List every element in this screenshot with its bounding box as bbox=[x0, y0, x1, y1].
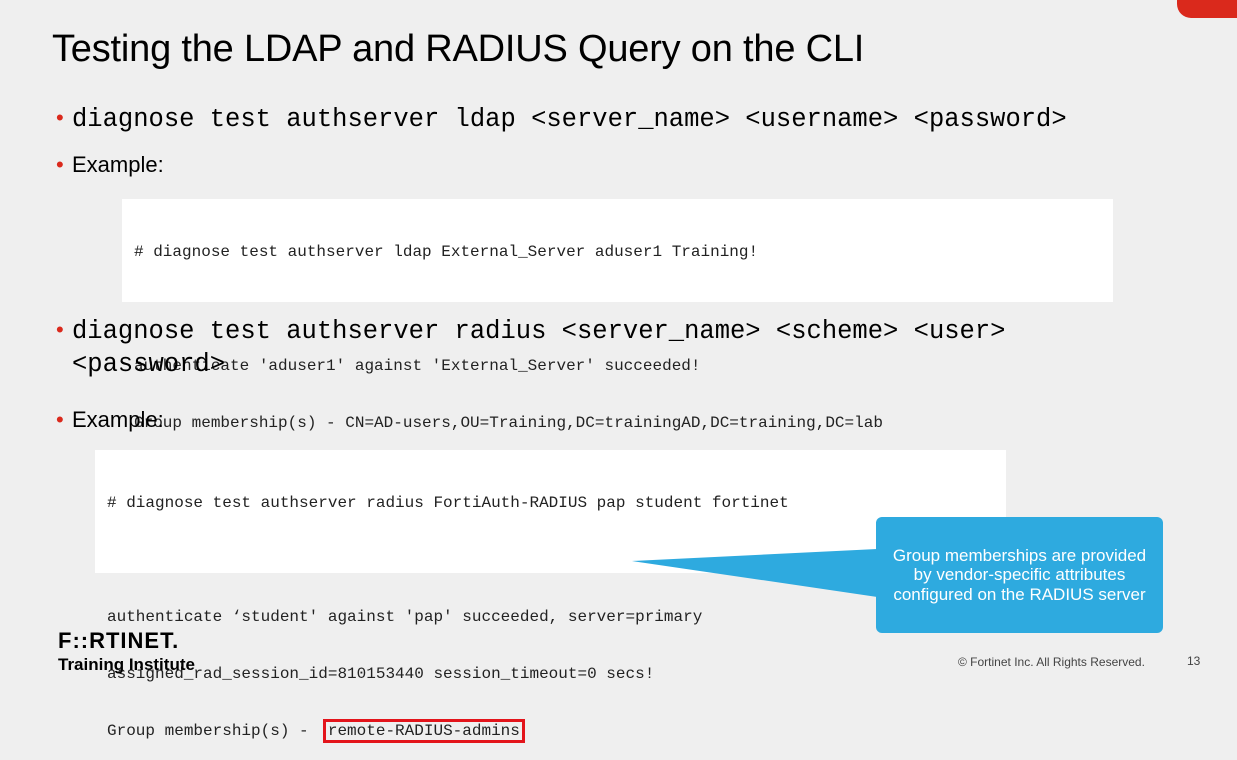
logo-subtitle: Training Institute bbox=[58, 655, 195, 674]
highlighted-group-name: remote-RADIUS-admins bbox=[322, 719, 525, 743]
page-number: 13 bbox=[1187, 654, 1201, 668]
logo-wordmark: F::RTINET. bbox=[58, 628, 180, 653]
callout-box: Group memberships are provided by vendor… bbox=[876, 517, 1163, 633]
fortinet-logo: F::RTINET. Training Institute bbox=[58, 630, 195, 675]
code-line: Group membership(s) - remote-RADIUS-admi… bbox=[107, 719, 1006, 743]
copyright-text: © Fortinet Inc. All Rights Reserved. bbox=[958, 655, 1145, 669]
group-membership-prefix: Group membership(s) - bbox=[107, 722, 319, 740]
